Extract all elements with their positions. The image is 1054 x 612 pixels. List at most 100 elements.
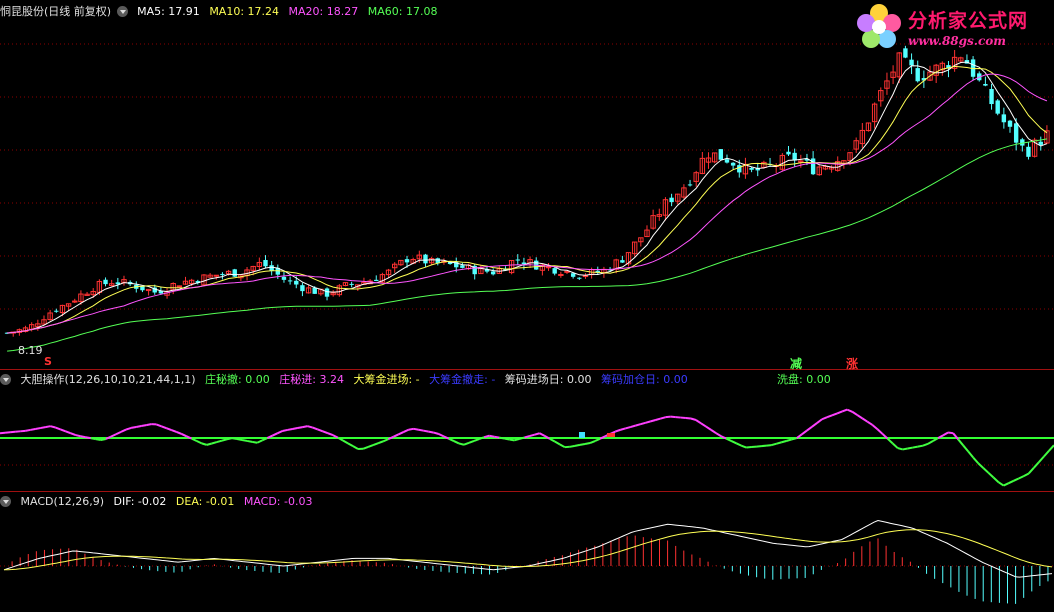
indicator-segment	[524, 435, 530, 439]
indicator-name: 大胆操作(12,26,10,10,21,44,1,1)	[20, 373, 196, 386]
candle-down	[737, 165, 742, 173]
indicator-segment	[231, 437, 238, 441]
indicator-segment	[851, 410, 858, 416]
indicator-segment	[947, 431, 954, 435]
wash-value: 洗盘: 0.00	[777, 373, 831, 386]
indicator-segment	[962, 444, 970, 453]
indicator-segment	[256, 439, 263, 444]
candle-down	[103, 279, 108, 285]
indicator-segment	[982, 467, 990, 474]
indicator-segment	[856, 414, 863, 420]
dropdown-arrow-icon[interactable]	[0, 496, 11, 507]
indicator-segment	[206, 442, 213, 446]
ma20-line	[7, 73, 1048, 334]
indicator-segment	[499, 436, 505, 440]
indicator-segment	[397, 431, 404, 436]
indicator-segment	[539, 432, 546, 437]
indicator-segment	[125, 426, 132, 431]
indicator-segment	[1038, 455, 1045, 463]
indicator-header: 大胆操作(12,26,10,10,21,44,1,1) 庄秘撤: 0.00 庄秘…	[0, 372, 694, 388]
indicator-segment	[135, 425, 142, 428]
panel-divider-2[interactable]	[0, 491, 1054, 492]
indicator-segment	[372, 442, 379, 446]
indicator-segment	[549, 437, 556, 443]
candle-down	[324, 288, 330, 297]
indicator-segment	[408, 427, 414, 431]
candle-down	[909, 59, 914, 66]
candle-down	[989, 88, 994, 105]
candle-down	[490, 271, 496, 275]
candle-down	[263, 259, 268, 267]
dropdown-arrow-icon[interactable]	[116, 6, 128, 17]
indicator-segment	[514, 437, 520, 442]
indicator-segment	[297, 426, 303, 430]
indicator-segment	[463, 441, 470, 446]
indicator-segment	[771, 442, 777, 447]
indicator-segment	[1028, 467, 1035, 475]
candle-down	[54, 310, 59, 312]
indicator-segment	[554, 440, 561, 446]
indicator-segment	[735, 442, 742, 447]
indicator-segment	[171, 429, 177, 433]
indicator-segment	[342, 439, 349, 445]
indicator-segment	[1003, 482, 1010, 487]
candle-up	[558, 273, 564, 276]
indicator-segment	[201, 442, 208, 446]
indicator-segment	[529, 433, 535, 438]
macd-dea-line	[3, 529, 1053, 571]
candle-down	[312, 287, 317, 294]
macd-dif-line	[3, 519, 1053, 578]
indicator-segment	[292, 427, 298, 430]
indicator-segment	[40, 426, 46, 430]
indicator-segment	[30, 428, 36, 431]
indicator-segment	[241, 439, 248, 442]
indicator-segment	[362, 445, 369, 450]
price-chart[interactable]	[0, 0, 1054, 612]
macd-name: MACD(12,26,9)	[20, 495, 105, 508]
indicator-segment	[589, 440, 596, 444]
candle-down	[232, 269, 237, 277]
indicator-segment	[1033, 461, 1040, 469]
dea-value: DEA: -0.01	[175, 495, 235, 508]
indicator-segment	[377, 440, 384, 445]
indicator-segment	[413, 427, 419, 431]
panel-divider-1[interactable]	[0, 369, 1054, 370]
indicator-segment	[519, 436, 525, 440]
indicator-segment	[816, 418, 823, 424]
candle-down	[730, 162, 736, 166]
indicator-segment	[488, 434, 495, 438]
logo-url: www.88gs.com	[908, 34, 1006, 48]
indicator-segment	[786, 438, 793, 442]
candle-down	[1013, 123, 1019, 143]
indicator-segment	[509, 438, 515, 442]
candle-down	[983, 83, 988, 86]
indicator-segment	[70, 432, 76, 436]
indicator-segment	[821, 416, 828, 421]
chip-add-value: 筹码加仓日: 0.00	[601, 373, 688, 386]
candle-down	[460, 265, 465, 268]
indicator-segment	[216, 439, 223, 444]
indicator-segment	[438, 433, 445, 438]
indicator-segment	[922, 442, 929, 447]
indicator-segment	[251, 440, 258, 444]
indicator-segment	[322, 430, 329, 435]
candle-down	[374, 279, 379, 281]
candle-down	[140, 286, 145, 291]
indicator-segment	[504, 437, 510, 441]
indicator-segment	[80, 435, 86, 439]
indicator-segment	[176, 430, 182, 435]
indicator-segment	[1048, 444, 1054, 452]
indicator-segment	[85, 436, 91, 440]
indicator-segment	[655, 417, 661, 421]
indicator-segment	[705, 425, 712, 431]
candle-down	[669, 197, 674, 203]
indicator-segment	[382, 438, 389, 443]
low-price-label: 8.19	[18, 344, 43, 357]
indicator-segment	[327, 432, 334, 437]
big-fund-out-value: 大筹金撤走: -	[429, 373, 496, 386]
candle-down	[281, 276, 287, 280]
dropdown-arrow-icon[interactable]	[0, 374, 11, 385]
indicator-segment	[130, 425, 137, 429]
indicator-segment	[650, 419, 656, 423]
indicator-segment	[317, 428, 324, 433]
